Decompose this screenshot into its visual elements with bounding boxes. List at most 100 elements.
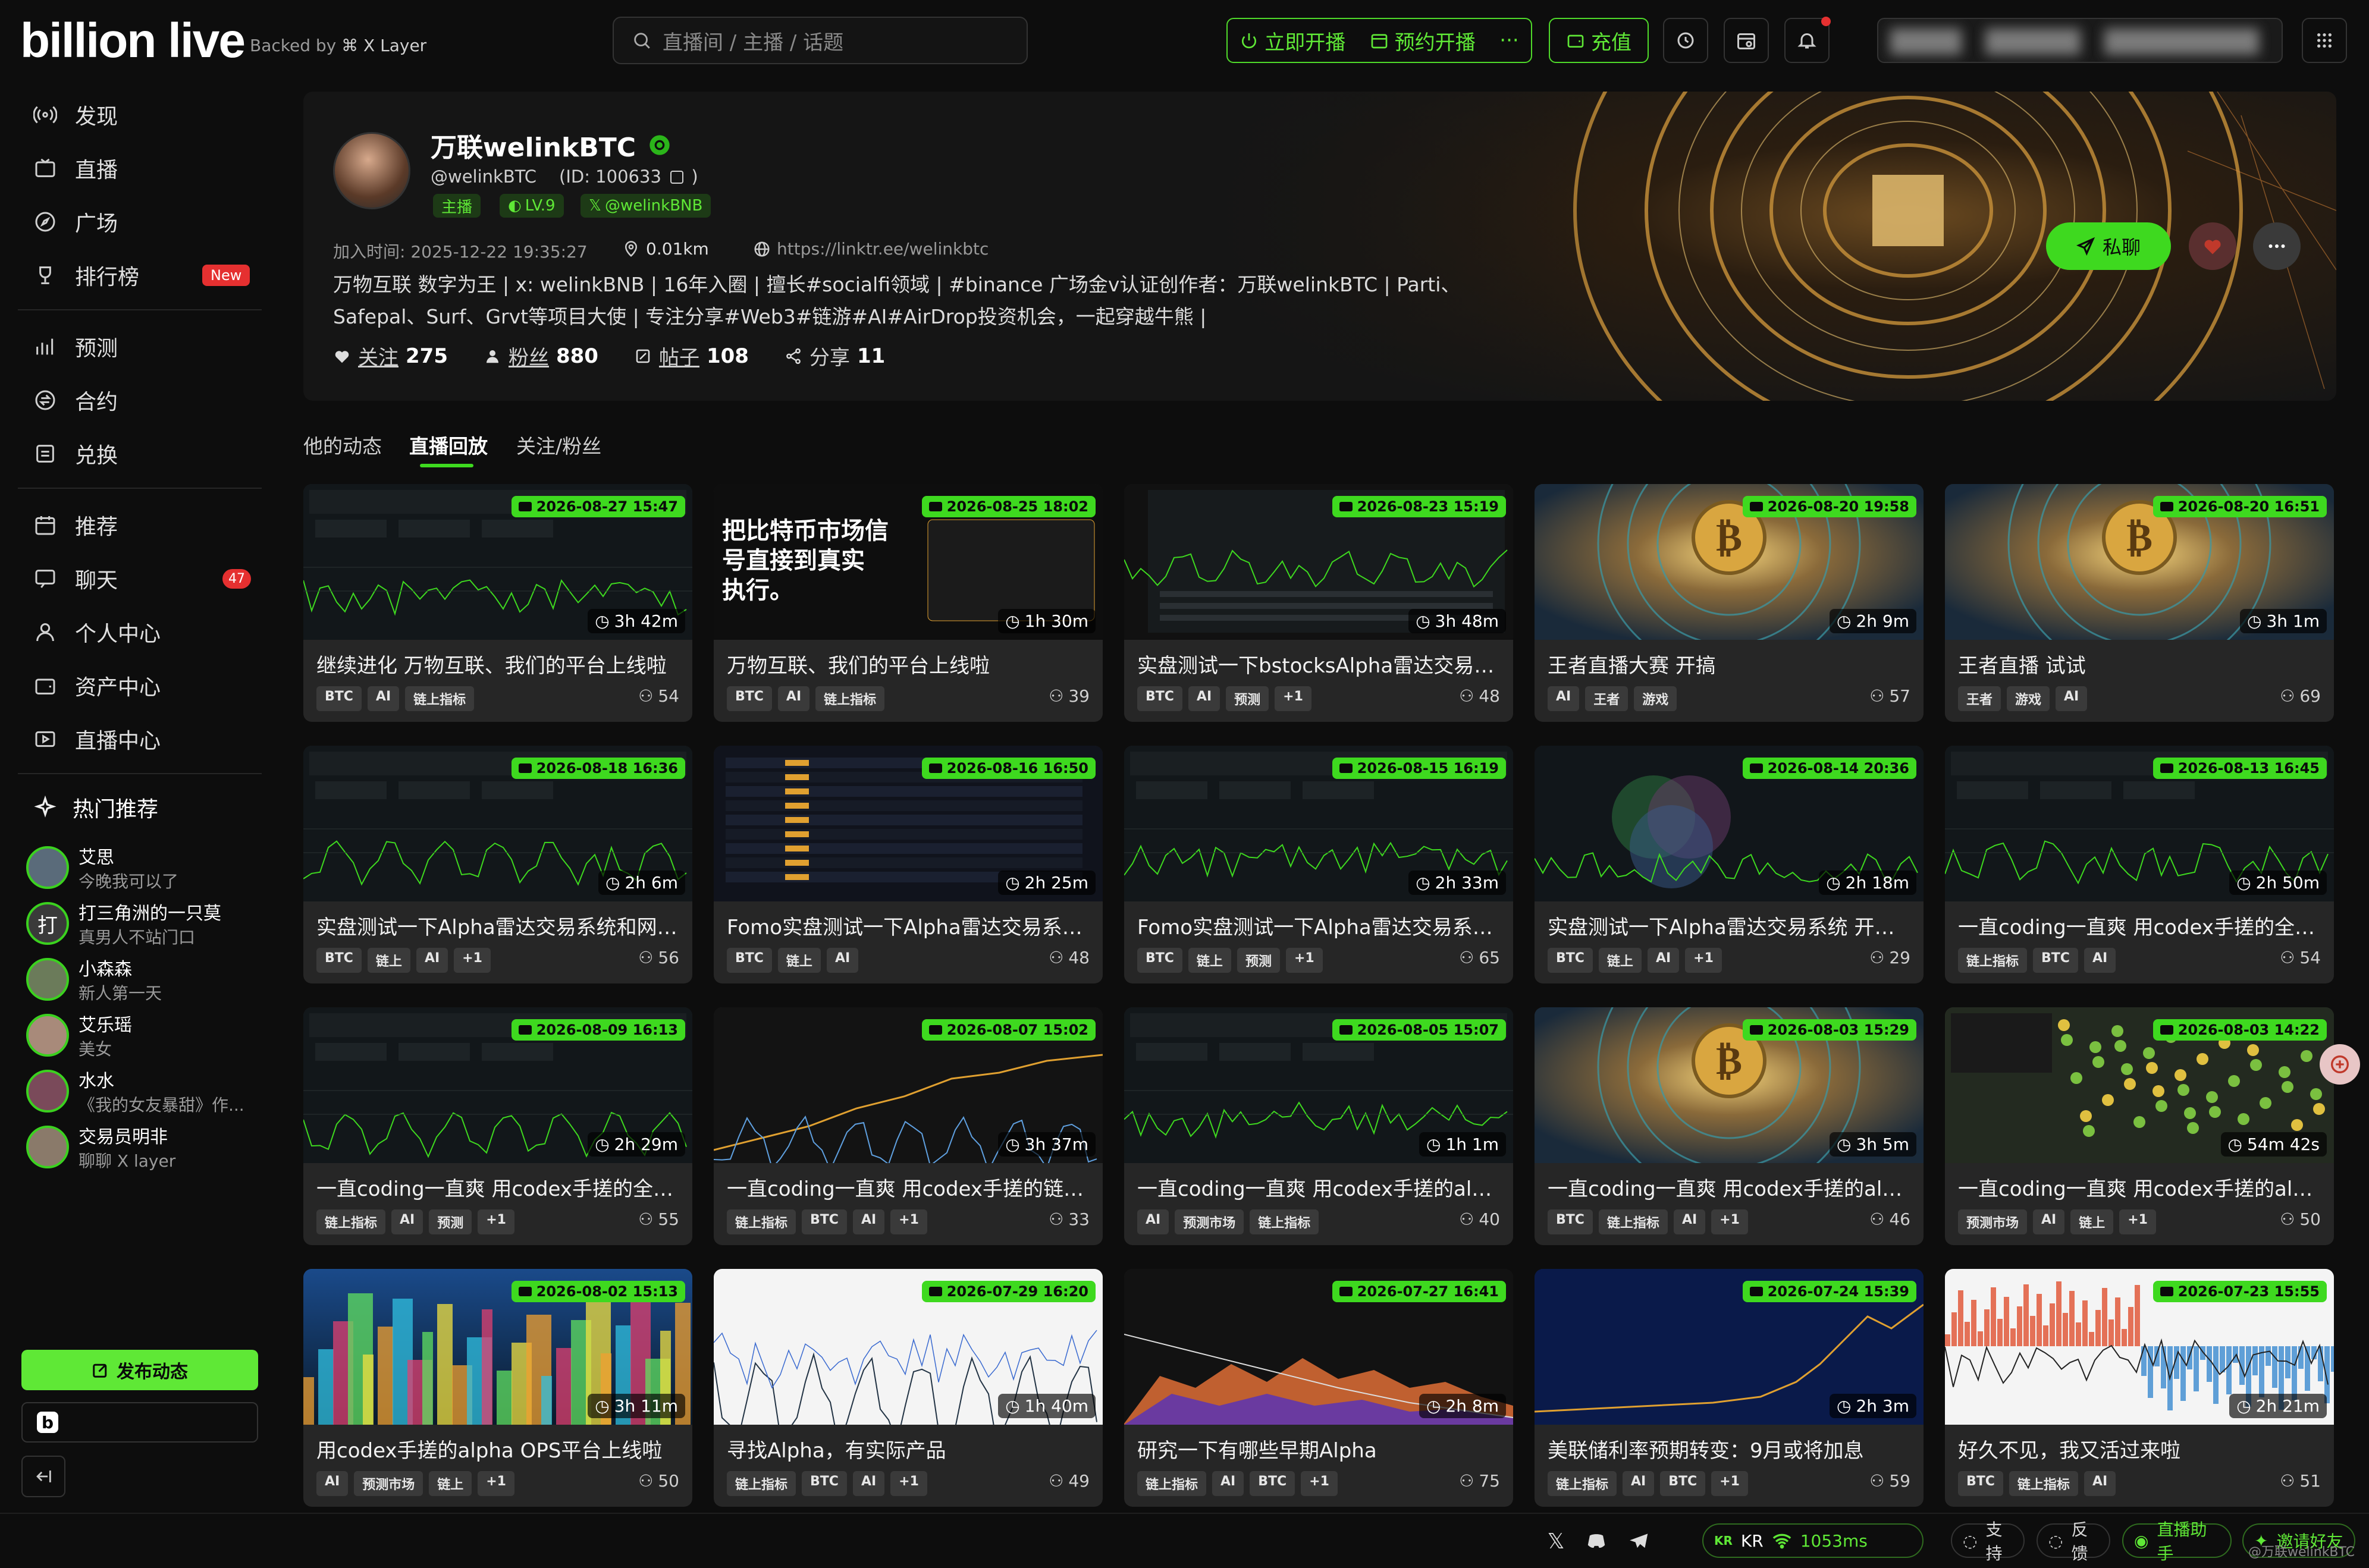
profile-id[interactable]: (ID: 100633 )	[559, 166, 698, 187]
replay-title[interactable]: 一直coding一直爽 用codex手搓的链上看...	[727, 1173, 1091, 1202]
quick-input[interactable]: b	[21, 1402, 258, 1443]
topic-tag[interactable]: 游戏	[2007, 686, 2050, 711]
topic-tag[interactable]: AI	[2033, 1209, 2065, 1234]
replay-card[interactable]: 2026-08-14 20:36 ◷ 2h 18m 实盘测试一下Alpha雷达交易系统…	[1535, 746, 1924, 983]
private-message-button[interactable]: 私聊	[2046, 222, 2171, 270]
replay-card[interactable]: ₿ 2026-08-20 16:51 ◷ 3h 1m 王者直播 试试 王者 游戏 AI ⚇ 69	[1945, 484, 2334, 722]
topic-tag[interactable]: AI	[852, 1209, 885, 1234]
sidebar-item-10[interactable]: 资产中心	[33, 665, 259, 706]
replay-card[interactable]: 2026-08-02 15:13 ◷ 3h 11m 用codex手搓的alpha OP…	[303, 1269, 692, 1507]
topic-tag[interactable]: AI	[2056, 686, 2088, 711]
topic-tag[interactable]: BTC	[1250, 1471, 1295, 1496]
calendar-button[interactable]	[1724, 18, 1769, 63]
replay-title[interactable]: 好久不见，我又活过来啦	[1958, 1434, 2322, 1463]
topic-tag[interactable]: BTC	[1137, 686, 1182, 711]
replay-card[interactable]: 把比特币市场信号直接到真实执行。把比特币市场信号直接到真实执行。2026-08-…	[714, 484, 1103, 722]
topic-tag[interactable]: 预测市场	[1175, 1209, 1244, 1234]
topic-tag[interactable]: AI	[852, 1471, 885, 1496]
sidebar-item-1[interactable]: 直播	[33, 147, 259, 189]
hot-streamer-item[interactable]: 交易员明非 聊聊 X layer	[26, 1121, 264, 1173]
fans-stat[interactable]: 粉丝 880	[484, 341, 598, 370]
topic-tag[interactable]: 链上	[1188, 948, 1231, 973]
topic-tag[interactable]: 预测	[1226, 686, 1269, 711]
feedback-button[interactable]: ◌ 反馈	[2037, 1520, 2110, 1563]
topic-tag[interactable]: +1	[1685, 948, 1722, 973]
hot-streamer-item[interactable]: 艾思 今晚我可以了	[26, 842, 264, 893]
sidebar-item-2[interactable]: 广场	[33, 201, 259, 243]
x-social-link[interactable]: 𝕏	[1543, 1528, 1569, 1554]
profile-link[interactable]: https://linktr.ee/welinkbtc	[753, 239, 989, 259]
like-button[interactable]	[2189, 222, 2236, 270]
topic-tag[interactable]: BTC	[727, 948, 772, 973]
replay-title[interactable]: 实盘测试一下Alpha雷达交易系统和网格...	[316, 911, 680, 940]
topic-tag[interactable]: AI	[1188, 686, 1220, 711]
topic-tag[interactable]: AI	[367, 686, 400, 711]
topic-tag[interactable]: 链上指标	[2009, 1471, 2078, 1496]
telegram-link[interactable]	[1626, 1528, 1652, 1554]
replay-title[interactable]: Fomo实盘测试一下Alpha雷达交易系统 ...	[727, 911, 1091, 940]
topic-tag[interactable]: +1	[1711, 1209, 1748, 1234]
topic-tag[interactable]: +1	[2119, 1209, 2156, 1234]
topic-tag[interactable]: 链上	[2070, 1209, 2114, 1234]
topic-tag[interactable]: AI	[1673, 1209, 1706, 1234]
topic-tag[interactable]: 预测	[429, 1209, 472, 1234]
replay-title[interactable]: 一直coding一直爽 用codex手搓的全业务...	[1958, 911, 2322, 940]
replay-card[interactable]: 2026-08-03 14:22 ◷ 54m 42s 一直coding一直爽 用cod…	[1945, 1007, 2334, 1245]
region-ping[interactable]: KR KR 1053ms	[1702, 1523, 1924, 1558]
hot-streamer-item[interactable]: 水水 《我的女友暴甜》作...	[26, 1066, 264, 1117]
replay-title[interactable]: 一直coding一直爽 用codex手搓的alpha...	[1958, 1173, 2322, 1202]
history-button[interactable]	[1663, 18, 1708, 63]
sidebar-item-9[interactable]: 个人中心	[33, 611, 259, 653]
brand-logo[interactable]: billion live	[20, 13, 246, 69]
topic-tag[interactable]: +1	[890, 1471, 927, 1496]
more-options-button[interactable]	[2253, 222, 2301, 270]
replay-card[interactable]: 2026-08-13 16:45 ◷ 2h 50m 一直coding一直爽 用code…	[1945, 746, 2334, 983]
posts-stat[interactable]: 帖子 108	[634, 341, 749, 370]
topic-tag[interactable]: 链上指标	[1958, 948, 2028, 973]
replay-title[interactable]: 用codex手搓的alpha OPS平台上线啦	[316, 1434, 680, 1463]
hot-streamer-item[interactable]: 打打三角洲的一只莫 真男人不站门口	[26, 898, 264, 949]
topic-tag[interactable]: +1	[454, 948, 491, 973]
topic-tag[interactable]: BTC	[802, 1471, 847, 1496]
collapse-sidebar-button[interactable]	[21, 1456, 65, 1497]
replay-card[interactable]: 2026-08-07 15:02 ◷ 3h 37m 一直coding一直爽 用code…	[714, 1007, 1103, 1245]
topic-tag[interactable]: BTC	[1548, 1209, 1593, 1234]
replay-card[interactable]: ₿ 2026-08-03 15:29 ◷ 3h 5m 一直coding一直爽 用code…	[1535, 1007, 1924, 1245]
replay-card[interactable]: 2026-07-24 15:39 ◷ 2h 3m 美联储利率预期转变：9月或将加息 链上…	[1535, 1269, 1924, 1507]
replay-card[interactable]: 2026-07-29 16:20 ◷ 1h 40m 寻找Alpha，有实际产品 链上指标…	[714, 1269, 1103, 1507]
topic-tag[interactable]: 王者	[1585, 686, 1629, 711]
topic-tag[interactable]: BTC	[1660, 1471, 1706, 1496]
sidebar-item-0[interactable]: 发现	[33, 94, 259, 136]
tab-activity[interactable]: 他的动态	[303, 431, 382, 459]
replay-card[interactable]: 2026-08-16 16:50 ◷ 2h 25m Fomo实盘测试一下Alpha雷达…	[714, 746, 1103, 983]
topic-tag[interactable]: AI	[416, 948, 448, 973]
topic-tag[interactable]: BTC	[802, 1209, 847, 1234]
topic-tag[interactable]: 链上	[367, 948, 410, 973]
topic-tag[interactable]: 链上指标	[405, 686, 475, 711]
topic-tag[interactable]: AI	[1623, 1471, 1655, 1496]
topic-tag[interactable]: 链上指标	[815, 686, 885, 711]
topic-tag[interactable]: AI	[316, 1471, 349, 1496]
sidebar-item-4[interactable]: 预测	[33, 326, 259, 367]
hot-streamer-item[interactable]: 艾乐瑶 美女	[26, 1010, 264, 1061]
topic-tag[interactable]: BTC	[1137, 948, 1182, 973]
topic-tag[interactable]: +1	[478, 1471, 514, 1496]
copy-icon[interactable]	[670, 171, 684, 184]
topic-tag[interactable]: +1	[1275, 686, 1311, 711]
replay-card[interactable]: ₿ 2026-08-20 19:58 ◷ 2h 9m 王者直播大赛 开搞 AI 王者 游戏 ⚇ 5…	[1535, 484, 1924, 722]
recharge-button[interactable]: 充值	[1549, 18, 1649, 63]
sidebar-item-3[interactable]: 排行榜 New	[33, 254, 259, 296]
replay-title[interactable]: 寻找Alpha，有实际产品	[727, 1434, 1091, 1463]
replay-title[interactable]: 美联储利率预期转变：9月或将加息	[1548, 1434, 1912, 1463]
sidebar-item-7[interactable]: 推荐	[33, 504, 259, 546]
topic-tag[interactable]: +1	[890, 1209, 927, 1234]
topic-tag[interactable]: BTC	[2033, 948, 2078, 973]
topic-tag[interactable]: AI	[391, 1209, 423, 1234]
live-assistant-button[interactable]: ◉ 直播助手	[2122, 1520, 2232, 1563]
topic-tag[interactable]: 链上	[777, 948, 821, 973]
topic-tag[interactable]: 预测	[1237, 948, 1280, 973]
topic-tag[interactable]: +1	[1285, 948, 1323, 973]
more-actions-button[interactable]: ···	[1499, 29, 1518, 52]
topic-tag[interactable]: AI	[777, 686, 810, 711]
schedule-live-button[interactable]: 预约开播	[1370, 26, 1476, 55]
